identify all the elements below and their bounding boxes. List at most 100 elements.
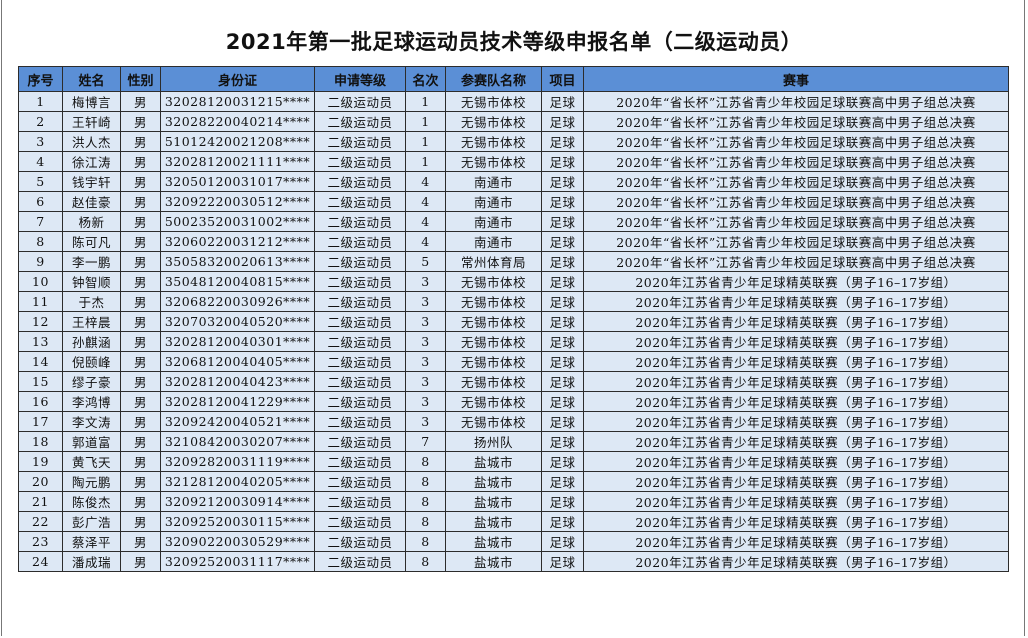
cell-event: 2020年“省长杯”江苏省青少年校园足球联赛高中男子组总决赛 [583, 151, 1009, 172]
table-header: 序号 姓名 性别 身份证 申请等级 名次 参赛队名称 项目 赛事 [18, 66, 1009, 92]
cell-team: 南通市 [445, 191, 542, 212]
cell-event: 2020年江苏省青少年足球精英联赛（男子16–17岁组） [583, 331, 1009, 352]
cell-name: 孙麒涵 [62, 331, 121, 352]
table-row: 8 陈可凡男 32060220031212**** 二级运动员 4 南通市 足球 2020年“… [18, 231, 1009, 252]
cell-gender: 男 [120, 111, 161, 132]
cell-name: 郭道富 [62, 431, 121, 452]
cell-name: 钱宇轩 [62, 171, 121, 192]
header-index: 序号 [18, 66, 63, 92]
cell-name: 洪人杰 [62, 131, 121, 152]
table-row: 6 赵佳豪男 32092220030512**** 二级运动员 4 南通市 足球 2020年“… [18, 191, 1009, 212]
cell-event: 2020年江苏省青少年足球精英联赛（男子16–17岁组） [583, 371, 1009, 392]
cell-sport: 足球 [541, 251, 584, 272]
cell-gender: 男 [120, 211, 161, 232]
cell-rank: 3 [405, 411, 446, 432]
table-row: 9 李一鹏男 35058320020613**** 二级运动员 5 常州体育局 足球 2020… [18, 251, 1009, 272]
cell-event: 2020年“省长杯”江苏省青少年校园足球联赛高中男子组总决赛 [583, 231, 1009, 252]
cell-team: 盐城市 [445, 511, 542, 532]
cell-gender: 男 [120, 391, 161, 412]
cell-id-number: 32092220030512**** [160, 191, 315, 212]
cell-team: 无锡市体校 [445, 331, 542, 352]
cell-id-number: 50023520031002**** [160, 211, 315, 232]
cell-index: 11 [18, 291, 63, 312]
cell-gender: 男 [120, 131, 161, 152]
cell-index: 19 [18, 451, 63, 472]
header-id-number: 身份证 [160, 66, 315, 92]
cell-level: 二级运动员 [314, 111, 406, 132]
cell-gender: 男 [120, 451, 161, 472]
cell-team: 盐城市 [445, 531, 542, 552]
cell-rank: 1 [405, 91, 446, 112]
cell-rank: 3 [405, 371, 446, 392]
cell-level: 二级运动员 [314, 291, 406, 312]
cell-gender: 男 [120, 531, 161, 552]
cell-sport: 足球 [541, 411, 584, 432]
cell-gender: 男 [120, 231, 161, 252]
cell-sport: 足球 [541, 151, 584, 172]
table-row: 4 徐江涛男 32028120021111**** 二级运动员 1 无锡市体校 足球 2020… [18, 151, 1009, 172]
cell-team: 无锡市体校 [445, 131, 542, 152]
cell-id-number: 51012420021208**** [160, 131, 315, 152]
cell-index: 20 [18, 471, 63, 492]
table-row: 22 彭广浩男 32092520030115**** 二级运动员 8 盐城市 足球 2020年… [18, 511, 1009, 532]
cell-index: 2 [18, 111, 63, 132]
table-row: 16 李鸿博男 32028120041229**** 二级运动员 3 无锡市体校 足球 202… [18, 391, 1009, 412]
cell-level: 二级运动员 [314, 491, 406, 512]
cell-rank: 8 [405, 451, 446, 472]
cell-gender: 男 [120, 411, 161, 432]
table-row: 13 孙麒涵男 32028120040301**** 二级运动员 3 无锡市体校 足球 202… [18, 331, 1009, 352]
cell-name: 陈俊杰 [62, 491, 121, 512]
cell-id-number: 32068120040405**** [160, 351, 315, 372]
table-row: 7 杨新男 50023520031002**** 二级运动员 4 南通市 足球 2020年“省… [18, 211, 1009, 232]
cell-team: 盐城市 [445, 491, 542, 512]
cell-level: 二级运动员 [314, 311, 406, 332]
cell-sport: 足球 [541, 191, 584, 212]
cell-rank: 3 [405, 291, 446, 312]
cell-index: 6 [18, 191, 63, 212]
cell-index: 10 [18, 271, 63, 292]
cell-id-number: 32092820031119**** [160, 451, 315, 472]
cell-sport: 足球 [541, 431, 584, 452]
table-row: 3 洪人杰男 51012420021208**** 二级运动员 1 无锡市体校 足球 2020… [18, 131, 1009, 152]
table-row: 21 陈俊杰男 32092120030914**** 二级运动员 8 盐城市 足球 2020年… [18, 491, 1009, 512]
cell-team: 盐城市 [445, 551, 542, 572]
cell-level: 二级运动员 [314, 411, 406, 432]
cell-team: 无锡市体校 [445, 291, 542, 312]
cell-team: 扬州队 [445, 431, 542, 452]
cell-index: 8 [18, 231, 63, 252]
cell-sport: 足球 [541, 231, 584, 252]
cell-rank: 8 [405, 531, 446, 552]
cell-sport: 足球 [541, 91, 584, 112]
cell-sport: 足球 [541, 311, 584, 332]
table-row: 1 梅博言男 32028120031215**** 二级运动员 1 无锡市体校 足球 2020… [18, 91, 1009, 112]
table-row: 17 李文涛男 32092420040521**** 二级运动员 3 无锡市体校 足球 202… [18, 411, 1009, 432]
cell-level: 二级运动员 [314, 171, 406, 192]
table-row: 23 蔡泽平男 32090220030529**** 二级运动员 8 盐城市 足球 2020年… [18, 531, 1009, 552]
cell-gender: 男 [120, 371, 161, 392]
cell-id-number: 35048120040815**** [160, 271, 315, 292]
header-row: 序号 姓名 性别 身份证 申请等级 名次 参赛队名称 项目 赛事 [18, 66, 1009, 92]
cell-sport: 足球 [541, 171, 584, 192]
cell-sport: 足球 [541, 271, 584, 292]
cell-gender: 男 [120, 431, 161, 452]
cell-rank: 8 [405, 551, 446, 572]
cell-team: 常州体育局 [445, 251, 542, 272]
cell-team: 无锡市体校 [445, 411, 542, 432]
cell-level: 二级运动员 [314, 231, 406, 252]
cell-index: 7 [18, 211, 63, 232]
cell-sport: 足球 [541, 371, 584, 392]
cell-name: 李鸿博 [62, 391, 121, 412]
cell-id-number: 32028120021111**** [160, 151, 315, 172]
cell-rank: 8 [405, 491, 446, 512]
cell-level: 二级运动员 [314, 91, 406, 112]
cell-event: 2020年江苏省青少年足球精英联赛（男子16–17岁组） [583, 471, 1009, 492]
cell-name: 王梓晨 [62, 311, 121, 332]
cell-rank: 8 [405, 511, 446, 532]
cell-event: 2020年江苏省青少年足球精英联赛（男子16–17岁组） [583, 411, 1009, 432]
cell-event: 2020年“省长杯”江苏省青少年校园足球联赛高中男子组总决赛 [583, 251, 1009, 272]
cell-index: 4 [18, 151, 63, 172]
cell-name: 潘成瑞 [62, 551, 121, 572]
cell-event: 2020年江苏省青少年足球精英联赛（男子16–17岁组） [583, 451, 1009, 472]
cell-name: 陈可凡 [62, 231, 121, 252]
table-row: 24 潘成瑞男 32092520031117**** 二级运动员 8 盐城市 足球 2020年… [18, 551, 1009, 572]
